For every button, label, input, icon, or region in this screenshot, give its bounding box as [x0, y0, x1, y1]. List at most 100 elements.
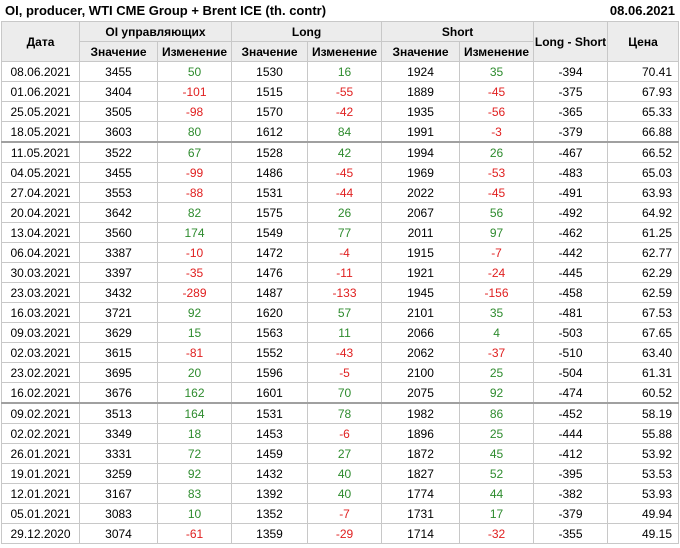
cell-long-short: -382 [533, 483, 609, 504]
cell-long-change: -55 [307, 81, 383, 102]
report-title: OI, producer, WTI CME Group + Brent ICE … [5, 3, 327, 18]
cell-short-value: 1994 [381, 141, 461, 163]
cell-long-short: -462 [533, 222, 609, 243]
cell-oi-value: 3404 [79, 81, 158, 102]
cell-long-value: 1531 [231, 182, 309, 203]
table-row: 06.04.2021 3387 -10 1472 -4 1915 -7 -442 62.77 [1, 242, 680, 263]
cell-long-short: -474 [533, 382, 609, 404]
cell-date: 23.02.2021 [1, 362, 80, 383]
cell-price: 67.93 [607, 81, 680, 102]
cell-long-value: 1530 [231, 61, 309, 82]
cell-long-change: 27 [307, 443, 383, 464]
cell-oi-value: 3331 [79, 443, 158, 464]
cell-long-change: 16 [307, 61, 383, 82]
table-row: 02.02.2021 3349 18 1453 -6 1896 25 -444 55.88 [1, 423, 680, 444]
cell-long-change: 40 [307, 463, 383, 484]
cell-short-value: 1714 [381, 523, 461, 544]
cell-oi-value: 3349 [79, 423, 158, 444]
cell-price: 53.53 [607, 463, 680, 484]
cell-oi-value: 3629 [79, 322, 158, 343]
cell-long-short: -412 [533, 443, 609, 464]
cell-long-short: -375 [533, 81, 609, 102]
cell-short-change: 35 [459, 61, 535, 82]
cell-short-value: 2022 [381, 182, 461, 203]
cell-oi-change: -81 [156, 342, 233, 363]
cell-short-value: 1827 [381, 463, 461, 484]
cell-oi-value: 3432 [79, 282, 158, 303]
report-date: 08.06.2021 [609, 3, 675, 18]
cell-long-change: 84 [307, 121, 383, 143]
cell-long-short: -394 [533, 61, 609, 82]
cell-date: 13.04.2021 [1, 222, 80, 243]
cell-short-value: 1969 [381, 162, 461, 183]
cell-long-short: -491 [533, 182, 609, 203]
cell-short-change: -7 [459, 242, 535, 263]
cell-short-value: 2066 [381, 322, 461, 343]
cell-short-value: 2075 [381, 382, 461, 404]
cell-short-value: 1935 [381, 101, 461, 122]
cell-long-change: 78 [307, 402, 383, 424]
cell-short-change: -56 [459, 101, 535, 122]
table-row: 23.02.2021 3695 20 1596 -5 2100 25 -504 61.31 [1, 362, 680, 383]
cell-long-value: 1575 [231, 202, 309, 223]
cell-short-value: 1924 [381, 61, 461, 82]
table-row: 29.12.2020 3074 -61 1359 -29 1714 -32 -355 49.15 [1, 523, 680, 544]
cell-price: 49.94 [607, 503, 680, 524]
cell-long-value: 1528 [231, 141, 309, 163]
cell-short-change: -24 [459, 262, 535, 283]
cell-price: 53.93 [607, 483, 680, 504]
cell-long-short: -504 [533, 362, 609, 383]
cell-date: 12.01.2021 [1, 483, 80, 504]
cell-short-change: 52 [459, 463, 535, 484]
header-long: Long [231, 21, 383, 42]
cell-oi-change: 80 [156, 121, 233, 143]
cell-date: 04.05.2021 [1, 162, 80, 183]
cell-long-short: -503 [533, 322, 609, 343]
table-row: 16.02.2021 3676 162 1601 70 2075 92 -474 60.52 [1, 382, 680, 404]
cell-price: 61.31 [607, 362, 680, 383]
cell-oi-value: 3455 [79, 162, 158, 183]
cell-price: 66.52 [607, 141, 680, 163]
cell-oi-value: 3397 [79, 262, 158, 283]
cell-oi-change: -99 [156, 162, 233, 183]
cell-date: 19.01.2021 [1, 463, 80, 484]
table-row: 30.03.2021 3397 -35 1476 -11 1921 -24 -445 62.29 [1, 262, 680, 283]
table-row: 20.04.2021 3642 82 1575 26 2067 56 -492 64.92 [1, 202, 680, 223]
cell-date: 23.03.2021 [1, 282, 80, 303]
cell-long-value: 1352 [231, 503, 309, 524]
table-row: 23.03.2021 3432 -289 1487 -133 1945 -156 -458 62… [1, 282, 680, 303]
header-price: Цена [607, 21, 680, 62]
cell-short-change: 4 [459, 322, 535, 343]
cell-long-value: 1392 [231, 483, 309, 504]
table-row: 11.05.2021 3522 67 1528 42 1994 26 -467 66.52 [1, 141, 680, 163]
cell-date: 09.03.2021 [1, 322, 80, 343]
header-oi-change: Изменение [156, 41, 233, 62]
cell-long-change: -7 [307, 503, 383, 524]
table-body: 08.06.2021 3455 50 1530 16 1924 35 -394 70.41 01.… [1, 61, 680, 544]
cell-oi-value: 3642 [79, 202, 158, 223]
cell-long-value: 1515 [231, 81, 309, 102]
cell-price: 63.93 [607, 182, 680, 203]
cell-oi-change: -35 [156, 262, 233, 283]
cell-price: 67.65 [607, 322, 680, 343]
cell-oi-change: -101 [156, 81, 233, 102]
header-short-value: Значение [381, 41, 461, 62]
header-date: Дата [1, 21, 80, 62]
report: OI, producer, WTI CME Group + Brent ICE … [0, 0, 680, 548]
cell-short-change: -53 [459, 162, 535, 183]
table-row: 09.02.2021 3513 164 1531 78 1982 86 -452 58.19 [1, 402, 680, 424]
cell-long-value: 1549 [231, 222, 309, 243]
cell-price: 62.59 [607, 282, 680, 303]
cell-oi-value: 3455 [79, 61, 158, 82]
cell-date: 30.03.2021 [1, 262, 80, 283]
table-row: 12.01.2021 3167 83 1392 40 1774 44 -382 53.93 [1, 483, 680, 504]
cell-oi-change: 15 [156, 322, 233, 343]
cell-short-change: 45 [459, 443, 535, 464]
cell-oi-change: 164 [156, 402, 233, 424]
cell-long-change: -6 [307, 423, 383, 444]
cell-oi-change: 50 [156, 61, 233, 82]
cell-short-change: 86 [459, 402, 535, 424]
cell-price: 58.19 [607, 402, 680, 424]
cell-long-value: 1596 [231, 362, 309, 383]
cell-long-value: 1601 [231, 382, 309, 404]
